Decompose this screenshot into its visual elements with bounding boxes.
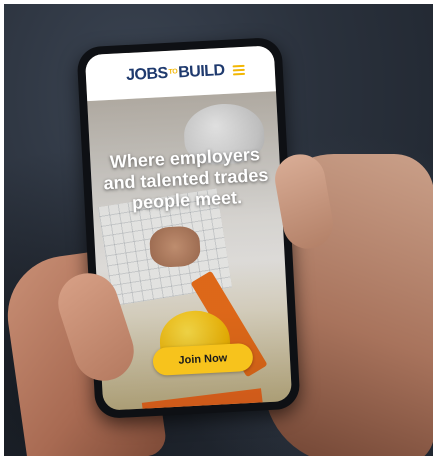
menu-bar (232, 72, 246, 76)
logo-word-build: BUILD (177, 61, 226, 82)
hero-headline: Where employers and talented trades peop… (98, 144, 274, 216)
logo-connector: TO (168, 68, 178, 76)
join-now-button[interactable]: Join Now (152, 342, 254, 377)
menu-bar (232, 64, 245, 68)
jobs-to-build-logo[interactable]: JOBS TO BUILD (126, 62, 225, 85)
hamburger-menu-icon[interactable] (232, 64, 246, 76)
menu-bar (232, 68, 245, 72)
logo-word-jobs: JOBS (125, 64, 169, 85)
photo-background: JOBS TO BUILD Where employers and talent… (4, 4, 433, 456)
